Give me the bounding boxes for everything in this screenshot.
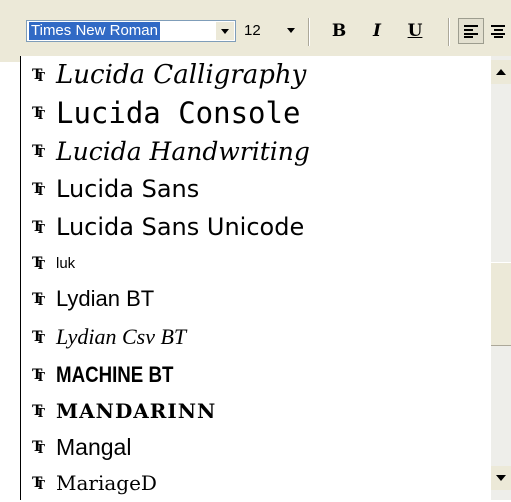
font-list-item[interactable]: TT Lydian BT (32, 280, 154, 318)
truetype-icon: TT (32, 219, 45, 236)
font-list-item[interactable]: TT MANDARINN (32, 392, 216, 430)
font-list-item[interactable]: TT luk (32, 244, 75, 282)
italic-button[interactable]: I (364, 19, 390, 43)
font-list-item-label: Lucida Sans (56, 175, 200, 203)
font-list-item[interactable]: TT Lucida Handwriting (32, 132, 310, 170)
align-left-icon (464, 25, 478, 38)
truetype-icon: TT (32, 439, 45, 456)
scrollbar-thumb[interactable] (491, 262, 511, 346)
font-size-value[interactable]: 12 (244, 22, 261, 39)
font-size-select[interactable]: 12 (240, 20, 302, 42)
font-name-value[interactable]: Times New Roman (29, 22, 160, 40)
truetype-icon: TT (32, 67, 45, 84)
font-list-item-label: MariageD (56, 471, 157, 495)
truetype-icon: TT (32, 475, 45, 492)
truetype-icon: TT (32, 255, 45, 272)
font-list-item-label: MANDARINN (56, 399, 217, 423)
font-list-item-label: Lucida Handwriting (56, 136, 310, 166)
font-list-item-label: Lucida Calligraphy (56, 60, 307, 90)
truetype-icon: TT (32, 105, 45, 122)
arrow-down-icon (496, 475, 506, 481)
font-dropdown-list: TT Lucida Calligraphy TT Lucida Console … (20, 56, 511, 500)
scroll-up-button[interactable] (491, 60, 511, 84)
truetype-icon: TT (32, 329, 45, 346)
size-dropdown-button[interactable] (282, 21, 300, 39)
font-list-item-label: luk (56, 254, 76, 272)
font-list-item[interactable]: TT Lucida Console (32, 94, 300, 132)
font-list-item[interactable]: TT Lucida Calligraphy (32, 56, 306, 94)
font-list-item-label: Mangal (56, 433, 132, 460)
font-name-select[interactable]: Times New Roman (26, 20, 236, 42)
truetype-icon: TT (32, 403, 45, 420)
truetype-icon: TT (32, 143, 45, 160)
font-list-item[interactable]: TT Lydian Csv BT (32, 318, 186, 356)
formatting-toolbar: Times New Roman 12 B I U (0, 0, 511, 62)
font-dropdown-button[interactable] (216, 22, 234, 40)
align-center-button[interactable] (487, 18, 511, 44)
font-list-item-label: MACHINE BT (56, 362, 174, 387)
font-list-item-label: Lucida Console (56, 96, 301, 130)
chevron-down-icon (287, 27, 295, 33)
align-left-button[interactable] (458, 18, 484, 44)
scroll-down-button[interactable] (491, 466, 511, 490)
truetype-icon: TT (32, 181, 45, 198)
font-list-item[interactable]: TT Mangal (32, 428, 131, 466)
vertical-scrollbar[interactable] (491, 56, 511, 500)
toolbar-separator (448, 18, 450, 46)
font-list-item[interactable]: TT MACHINE BT (32, 356, 194, 394)
font-list-item[interactable]: TT Lucida Sans (32, 170, 199, 208)
chevron-down-icon (221, 28, 229, 34)
arrow-up-icon (496, 69, 506, 75)
toolbar-separator (308, 18, 310, 46)
truetype-icon: TT (32, 291, 45, 308)
underline-button[interactable]: U (402, 19, 428, 43)
font-list-item[interactable]: TT MariageD (32, 464, 157, 502)
bold-button[interactable]: B (326, 19, 352, 43)
font-list-item-label: Lydian Csv BT (56, 324, 187, 349)
font-list-item[interactable]: TT Lucida Sans Unicode (32, 208, 304, 246)
align-center-icon (491, 25, 505, 38)
font-list-item-label: Lucida Sans Unicode (56, 213, 305, 241)
truetype-icon: TT (32, 367, 45, 384)
font-list-item-label: Lydian BT (56, 286, 155, 311)
